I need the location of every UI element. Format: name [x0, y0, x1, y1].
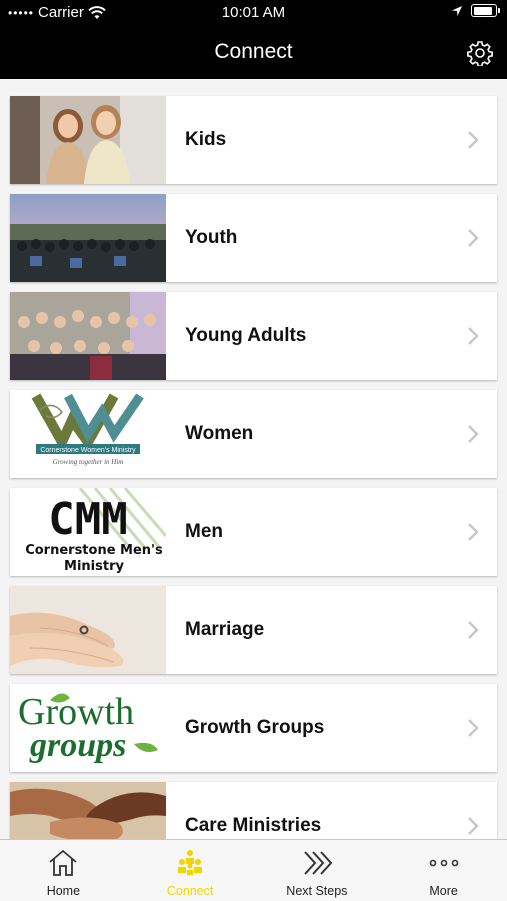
- chevron-right-icon: [468, 131, 479, 149]
- list-item-growth-groups[interactable]: Growth groups Growth Groups: [10, 684, 497, 772]
- people-icon: [178, 850, 203, 875]
- battery-icon: [471, 4, 500, 17]
- location-arrow-icon: [452, 5, 462, 16]
- chevron-right-icon: [468, 523, 479, 541]
- logo-main: CMM: [48, 494, 127, 545]
- youth-group-photo: [10, 194, 166, 282]
- logo-line1: Cornerstone Men's: [25, 543, 163, 558]
- chevron-right-icon: [468, 621, 479, 639]
- hands-with-rings-photo: [10, 586, 166, 674]
- kids-photo: [10, 96, 166, 184]
- logo-tagline: Growing together in Him: [53, 458, 124, 466]
- logo-line2: Ministry: [64, 559, 124, 574]
- young-adults-photo: [10, 292, 166, 380]
- gear-icon[interactable]: [467, 40, 493, 66]
- navigation-bar: Connect: [0, 26, 507, 79]
- chevron-right-icon: [468, 425, 479, 443]
- tab-next-steps[interactable]: Next Steps: [254, 840, 381, 901]
- tab-label: Home: [46, 884, 81, 898]
- list-item-label: Kids: [185, 129, 227, 150]
- page-title: Connect: [214, 40, 293, 63]
- chevron-right-icon: [468, 719, 479, 737]
- growth-groups-logo: Growth groups: [10, 684, 166, 772]
- joined-hands-photo: [10, 782, 166, 839]
- list-item-label: Men: [185, 521, 223, 542]
- list-item-label: Care Ministries: [185, 815, 322, 836]
- list-item-label: Women: [185, 423, 254, 444]
- double-chevron-icon: [304, 851, 333, 875]
- tab-more[interactable]: More: [380, 840, 507, 901]
- list-item-young-adults[interactable]: Young Adults: [10, 292, 497, 380]
- tab-bar: Home Connect Next Steps More: [0, 839, 507, 901]
- tab-label: Connect: [166, 884, 214, 898]
- chevron-right-icon: [468, 817, 479, 835]
- logo-line2: groups: [29, 727, 126, 764]
- tab-label: More: [429, 884, 458, 898]
- house-icon: [49, 849, 77, 876]
- ellipsis-icon: [429, 859, 458, 867]
- womens-ministry-logo: Cornerstone Women's Ministry Growing tog…: [10, 390, 166, 478]
- list-item-label: Marriage: [185, 619, 265, 640]
- list-item-label: Young Adults: [185, 325, 307, 346]
- chevron-right-icon: [468, 229, 479, 247]
- list-item-kids[interactable]: Kids: [10, 96, 497, 184]
- list-item-marriage[interactable]: Marriage: [10, 586, 497, 674]
- list-item-label: Youth: [185, 227, 238, 248]
- list-item-women[interactable]: Cornerstone Women's Ministry Growing tog…: [10, 390, 497, 478]
- tab-connect[interactable]: Connect: [127, 840, 254, 901]
- list-item-label: Growth Groups: [185, 717, 325, 738]
- ministry-list[interactable]: Kids Youth Young Adults Cornerstone Wome…: [0, 79, 507, 839]
- list-item-youth[interactable]: Youth: [10, 194, 497, 282]
- list-item-men[interactable]: CMM Cornerstone Men's Ministry Men: [10, 488, 497, 576]
- status-bar: ••••• Carrier 10:01 AM: [0, 0, 507, 26]
- mens-ministry-logo: CMM Cornerstone Men's Ministry: [10, 488, 166, 576]
- logo-text: Cornerstone Women's Ministry: [40, 447, 136, 454]
- tab-home[interactable]: Home: [0, 840, 127, 901]
- tab-label: Next Steps: [286, 884, 348, 898]
- chevron-right-icon: [468, 327, 479, 345]
- list-item-care-ministries[interactable]: Care Ministries: [10, 782, 497, 839]
- clock: 10:01 AM: [221, 4, 286, 21]
